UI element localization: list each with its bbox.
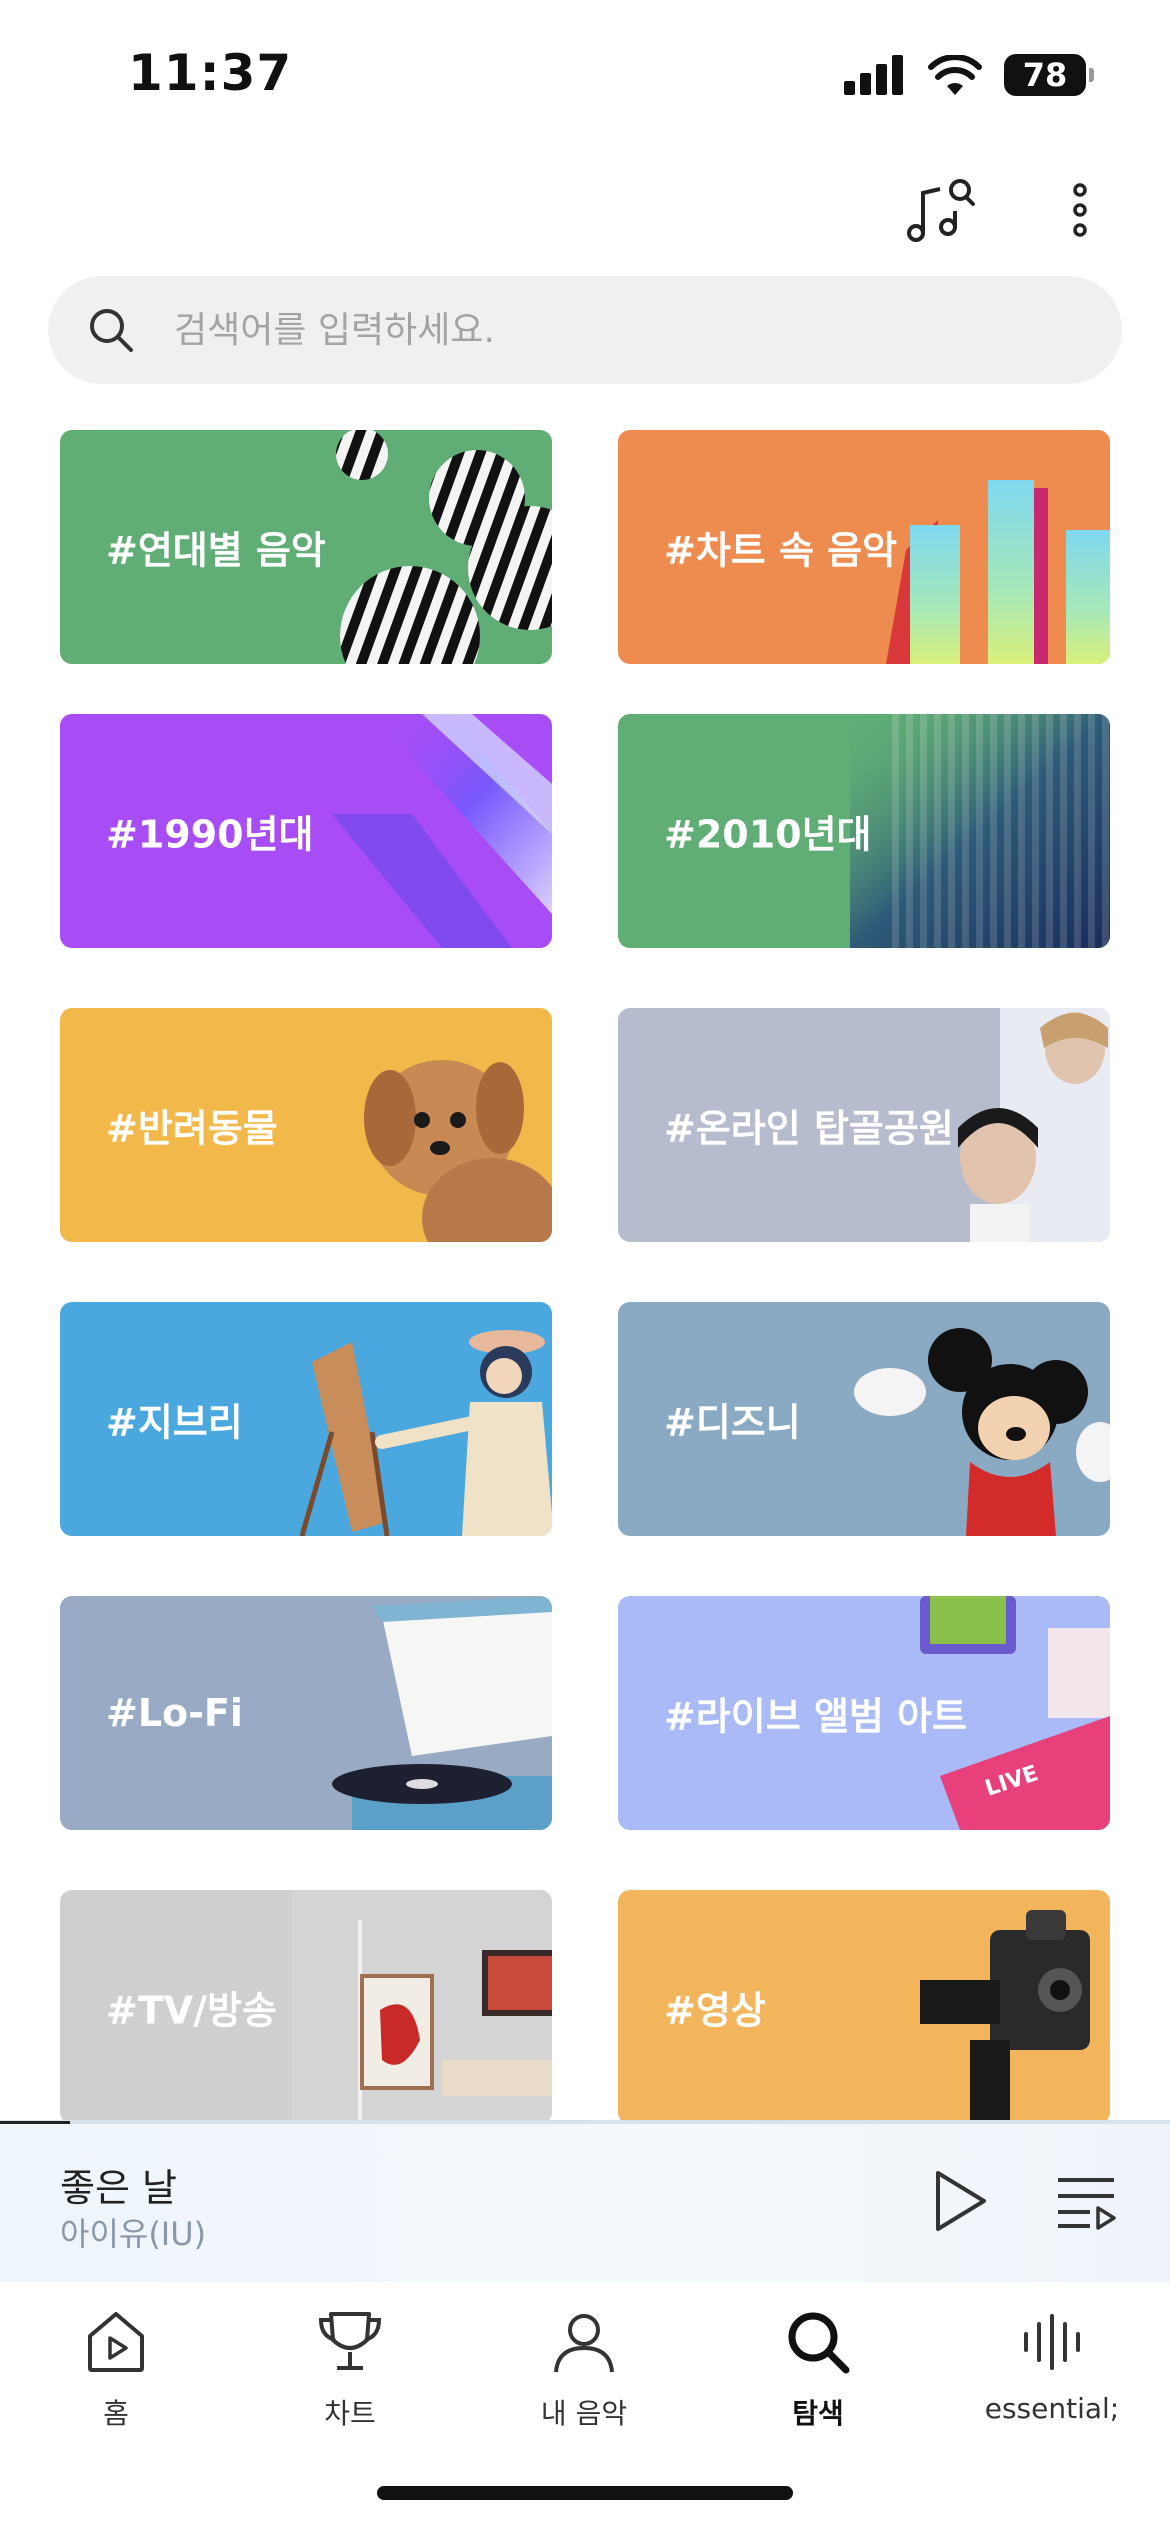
play-icon <box>936 2171 986 2231</box>
painter-girl-art <box>299 1330 552 1536</box>
playback-progress-fill <box>0 2121 71 2124</box>
person-icon <box>548 2306 620 2378</box>
tile-label: #디즈니 <box>664 1400 801 1445</box>
tile-lofi[interactable]: #Lo-Fi <box>60 1596 552 1830</box>
tile-tv-broadcast[interactable]: #TV/방송 <box>60 1890 552 2120</box>
tile-label: #1990년대 <box>106 812 314 857</box>
search-icon <box>84 303 138 357</box>
tab-chart[interactable]: 차트 <box>250 2306 450 2446</box>
film-camera-art <box>920 1910 1090 2120</box>
tab-explore[interactable]: 탐색 <box>718 2306 918 2446</box>
tab-label: essential; <box>984 2392 1120 2425</box>
status-bar: 11:37 78 <box>0 0 1170 150</box>
tile-decade-music[interactable]: #연대별 음악 <box>60 430 552 664</box>
tile-chart-music[interactable]: #차트 속 음악 <box>618 430 1110 664</box>
playlist-button[interactable] <box>1046 2157 1126 2247</box>
tile-2010s[interactable]: #2010년대 <box>618 714 1110 948</box>
track-title: 좋은 날 <box>60 2166 177 2210</box>
tab-label: 내 음악 <box>540 2397 628 2430</box>
tile-label: #온라인 탑골공원 <box>664 1106 954 1151</box>
category-grid: #연대별 음악 #차트 속 음악 #1990년대 #2010년대 #반려동물 #… <box>0 384 1170 2120</box>
tile-label: #Lo-Fi <box>106 1691 243 1735</box>
tile-1990s[interactable]: #1990년대 <box>60 714 552 948</box>
search-icon <box>782 2306 854 2378</box>
mini-player[interactable]: 좋은 날 아이유(IU) <box>0 2120 1170 2282</box>
home-indicator <box>377 2486 793 2500</box>
playlist-queue-icon <box>1058 2178 1116 2230</box>
more-options-button[interactable] <box>1040 170 1120 250</box>
tab-my-music[interactable]: 내 음악 <box>484 2306 684 2446</box>
ribbed-glass-art <box>850 714 1110 948</box>
tile-label: #라이브 앨범 아트 <box>664 1694 968 1739</box>
music-note-search-icon <box>907 179 975 242</box>
tile-video[interactable]: #영상 <box>618 1890 1110 2120</box>
search-bar[interactable] <box>48 276 1122 384</box>
turntable-art <box>332 1596 552 1830</box>
tile-live-album-art[interactable]: LIVE #라이브 앨범 아트 <box>618 1596 1110 1830</box>
search-input[interactable] <box>174 309 1034 351</box>
tile-label: #영상 <box>664 1988 766 2033</box>
tab-label: 홈 <box>103 2397 129 2430</box>
tab-label: 차트 <box>324 2397 376 2430</box>
tile-ghibli[interactable]: #지브리 <box>60 1302 552 1536</box>
tile-label: #연대별 음악 <box>106 528 326 573</box>
tile-online-tapgol-park[interactable]: #온라인 탑골공원 <box>618 1008 1110 1242</box>
tile-label: #반려동물 <box>106 1106 278 1151</box>
more-vertical-icon <box>1073 183 1087 237</box>
abstract-light-streaks-art <box>332 714 552 948</box>
cellular-signal-icon <box>844 55 903 95</box>
wifi-icon <box>928 55 982 95</box>
playback-progress[interactable] <box>0 2121 1170 2124</box>
status-icons: 78 <box>844 54 1094 96</box>
glass-buildings-art <box>886 480 1110 664</box>
tile-label: #2010년대 <box>664 812 872 857</box>
soundwave-icon <box>1016 2306 1088 2378</box>
portrait-photo-art <box>958 1008 1110 1242</box>
play-button[interactable] <box>920 2153 1000 2249</box>
tile-label: #지브리 <box>106 1400 243 1445</box>
tab-essential[interactable]: essential; <box>952 2306 1152 2446</box>
tile-label: #TV/방송 <box>106 1988 277 2033</box>
music-search-button[interactable] <box>900 170 980 250</box>
striped-balls-art <box>336 430 552 664</box>
mickey-mouse-art <box>854 1328 1110 1536</box>
tile-label: #차트 속 음악 <box>664 528 898 573</box>
home-play-icon <box>80 2306 152 2378</box>
living-room-art <box>292 1890 552 2120</box>
puppy-art <box>364 1060 552 1242</box>
tab-label: 탐색 <box>792 2397 844 2430</box>
track-artist: 아이유(IU) <box>60 2215 207 2253</box>
status-time: 11:37 <box>128 44 293 102</box>
tile-disney[interactable]: #디즈니 <box>618 1302 1110 1536</box>
tab-home[interactable]: 홈 <box>16 2306 216 2446</box>
battery-indicator: 78 <box>1004 54 1094 96</box>
header-actions <box>900 170 1120 250</box>
tile-pets[interactable]: #반려동물 <box>60 1008 552 1242</box>
trophy-icon <box>314 2306 386 2378</box>
